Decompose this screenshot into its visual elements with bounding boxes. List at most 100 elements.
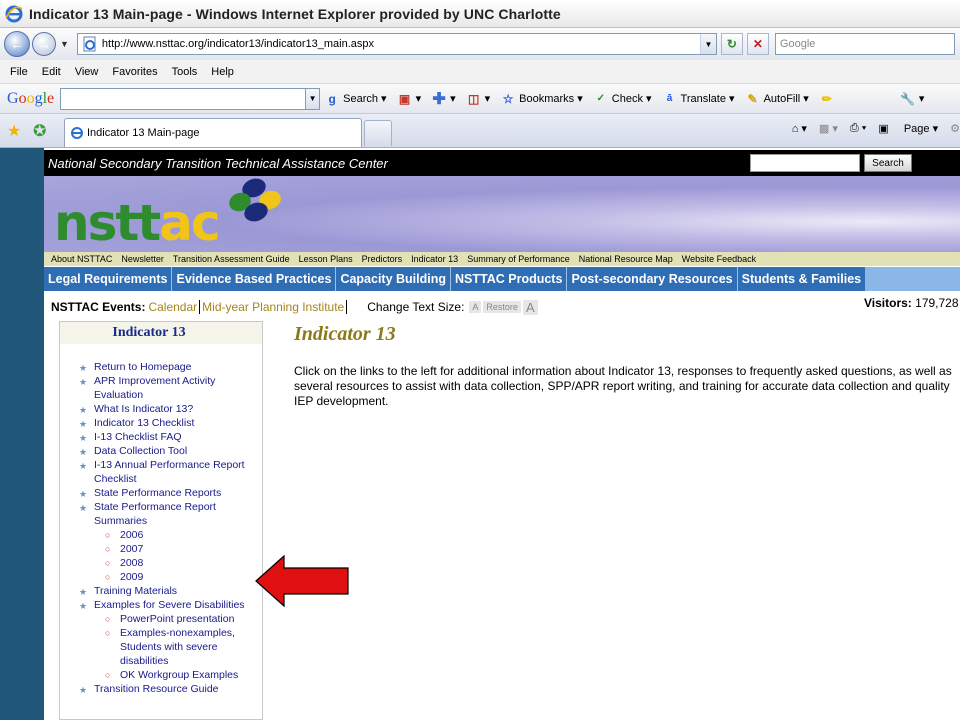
print-icon[interactable]: ⎙ ▾ bbox=[850, 122, 866, 135]
window-titlebar: Indicator 13 Main-page - Windows Interne… bbox=[0, 0, 960, 28]
spellcheck-button[interactable]: ✓ Check ▾ bbox=[593, 91, 652, 107]
sidebar-subitem-label: 2006 bbox=[120, 529, 144, 541]
sidebar-subitem-powerpoint[interactable]: ○ PowerPoint presentation bbox=[105, 612, 255, 626]
nsttac-logo[interactable]: nsttac bbox=[54, 198, 221, 248]
toplink-transition-assessment-guide[interactable]: Transition Assessment Guide bbox=[173, 254, 290, 264]
sidebar-item-checklist-faq[interactable]: ★ I-13 Checklist FAQ bbox=[79, 430, 259, 444]
address-dropdown-icon[interactable]: ▼ bbox=[699, 34, 716, 54]
nav-legal-requirements[interactable]: Legal Requirements bbox=[44, 267, 173, 291]
stop-icon[interactable]: ✕ bbox=[746, 33, 769, 55]
menu-file[interactable]: File bbox=[10, 66, 28, 78]
tab-row: ★ ✪ Indicator 13 Main-page ⌂ ▾ ▩ ▾ ⎙ ▾ ▣… bbox=[0, 114, 960, 148]
forward-button[interactable]: → bbox=[32, 32, 56, 56]
translate-button[interactable]: ā Translate ▾ bbox=[662, 91, 735, 107]
google-search-input[interactable] bbox=[60, 87, 307, 110]
share-button[interactable]: ◫ ▾ bbox=[466, 91, 490, 107]
tools-gear-icon[interactable]: ⚙ bbox=[950, 122, 960, 135]
sidebar-item-state-performance-summaries[interactable]: ★ State Performance Report Summaries bbox=[79, 500, 259, 528]
events-calendar-link[interactable]: Calendar bbox=[148, 300, 197, 314]
toplink-newsletter[interactable]: Newsletter bbox=[121, 254, 164, 264]
sidebar-item-return-home[interactable]: ★ Return to Homepage bbox=[79, 360, 259, 374]
menu-help[interactable]: Help bbox=[211, 66, 234, 78]
google-search-dropdown-icon[interactable]: ▼ bbox=[306, 87, 321, 110]
circle-bullet-icon: ○ bbox=[105, 544, 111, 554]
highlight-button[interactable]: ✏ bbox=[819, 91, 838, 107]
sidebar-subitem-2007[interactable]: ○ 2007 bbox=[105, 542, 255, 556]
favorites-star-icon[interactable]: ★ bbox=[7, 121, 21, 141]
sidebar-item-data-collection-tool[interactable]: ★ Data Collection Tool bbox=[79, 444, 259, 458]
page-body: National Secondary Transition Technical … bbox=[44, 148, 960, 720]
address-field[interactable]: http://www.nsttac.org/indicator13/indica… bbox=[76, 33, 717, 55]
sidebar-item-training-materials[interactable]: ★ Training Materials bbox=[79, 584, 259, 598]
sidebar-subitem-2009[interactable]: ○ 2009 bbox=[105, 570, 255, 584]
text-size-restore-button[interactable]: Restore bbox=[483, 301, 521, 313]
spellcheck-icon: ✓ bbox=[596, 93, 605, 104]
sidebar-item-severe-disabilities[interactable]: ★ Examples for Severe Disabilities bbox=[79, 598, 259, 612]
star-bullet-icon: ★ bbox=[79, 685, 88, 695]
circle-bullet-icon: ○ bbox=[105, 670, 111, 680]
events-planning-institute-link[interactable]: Mid-year Planning Institute bbox=[202, 300, 344, 314]
site-search-button[interactable]: Search bbox=[864, 154, 912, 172]
sidebar-item-state-performance-reports[interactable]: ★ State Performance Reports bbox=[79, 486, 259, 500]
main-nav: Legal Requirements Evidence Based Practi… bbox=[44, 267, 960, 291]
history-dropdown-icon[interactable]: ▼ bbox=[60, 39, 69, 49]
page-menu[interactable]: ▣ Page ▾ bbox=[878, 122, 938, 135]
google-toolbar: Google ▼ g Search ▾ ▣ ▾ ✚ ▾ ◫ ▾ ☆ Bookmarks… bbox=[0, 84, 960, 114]
sidebar-item-apr-evaluation[interactable]: ★ APR Improvement Activity Evaluation bbox=[79, 374, 259, 402]
translate-label: Translate bbox=[680, 92, 726, 105]
bookmarks-label: Bookmarks bbox=[519, 92, 575, 105]
autofill-button[interactable]: ✎ AutoFill ▾ bbox=[745, 91, 809, 107]
add-favorite-icon[interactable]: ✪ bbox=[33, 121, 46, 141]
events-divider bbox=[346, 300, 348, 314]
nav-nsttac-products[interactable]: NSTTAC Products bbox=[451, 267, 568, 291]
menu-edit[interactable]: Edit bbox=[42, 66, 61, 78]
sidebar-subitem-examples-nonexamples[interactable]: ○ Examples-nonexamples, Students with sev… bbox=[105, 626, 240, 668]
events-row: NSTTAC Events: Calendar Mid-year Plannin… bbox=[44, 296, 960, 318]
back-button[interactable]: ← bbox=[4, 31, 30, 57]
sidebar-subitem-2006[interactable]: ○ 2006 bbox=[105, 528, 255, 542]
home-icon[interactable]: ⌂ ▾ bbox=[792, 122, 807, 135]
sidebar-item-checklist[interactable]: ★ Indicator 13 Checklist bbox=[79, 416, 259, 430]
new-tab-button[interactable] bbox=[364, 120, 392, 146]
google-search-button[interactable]: g Search ▾ bbox=[324, 91, 386, 107]
events-divider bbox=[199, 300, 201, 314]
nav-evidence-based-practices[interactable]: Evidence Based Practices bbox=[172, 267, 337, 291]
menu-view[interactable]: View bbox=[75, 66, 99, 78]
star-bullet-icon: ★ bbox=[79, 363, 88, 373]
star-bullet-icon: ★ bbox=[79, 461, 88, 471]
site-search-input[interactable] bbox=[750, 154, 860, 172]
add-button[interactable]: ✚ ▾ bbox=[431, 91, 455, 108]
text-size-large-button[interactable]: A bbox=[522, 299, 538, 315]
circle-bullet-icon: ○ bbox=[105, 628, 111, 638]
toplink-lesson-plans[interactable]: Lesson Plans bbox=[299, 254, 353, 264]
toplink-website-feedback[interactable]: Website Feedback bbox=[682, 254, 756, 264]
sidebar-item-annual-performance-checklist[interactable]: ★ I-13 Annual Performance Report Checklis… bbox=[79, 458, 259, 486]
tab-indicator-13[interactable]: Indicator 13 Main-page bbox=[64, 118, 362, 147]
address-row: ← → ▼ http://www.nsttac.org/indicator13/… bbox=[0, 28, 960, 60]
refresh-icon[interactable]: ↻ bbox=[720, 33, 743, 55]
nav-post-secondary-resources[interactable]: Post-secondary Resources bbox=[567, 267, 738, 291]
sidebar-subitem-2008[interactable]: ○ 2008 bbox=[105, 556, 255, 570]
visitors-label: Visitors: bbox=[864, 296, 912, 310]
toplink-about[interactable]: About NSTTAC bbox=[51, 254, 112, 264]
nav-capacity-building[interactable]: Capacity Building bbox=[336, 267, 452, 291]
feeds-icon[interactable]: ▩ ▾ bbox=[819, 122, 838, 135]
sidebar-item-transition-resource-guide[interactable]: ★ Transition Resource Guide bbox=[79, 682, 259, 696]
indicator-sidebar: Indicator 13 ★ Return to Homepage ★ APR Im… bbox=[59, 321, 263, 720]
sidebar-subitem-ok-workgroup[interactable]: ○ OK Workgroup Examples bbox=[105, 668, 255, 682]
browser-search-input[interactable]: Google bbox=[774, 33, 955, 55]
bookmarks-button[interactable]: ☆ Bookmarks ▾ bbox=[500, 91, 583, 107]
nav-students-families[interactable]: Students & Families bbox=[738, 267, 865, 291]
toplink-national-resource-map[interactable]: National Resource Map bbox=[579, 254, 673, 264]
sidebar-item-what-is-indicator-13[interactable]: ★ What Is Indicator 13? bbox=[79, 402, 259, 416]
toplink-summary-of-performance[interactable]: Summary of Performance bbox=[467, 254, 570, 264]
org-name: National Secondary Transition Technical … bbox=[48, 156, 388, 171]
toplink-predictors[interactable]: Predictors bbox=[362, 254, 403, 264]
text-size-small-button[interactable]: A bbox=[469, 301, 482, 313]
menu-favorites[interactable]: Favorites bbox=[112, 66, 157, 78]
popup-blocker-button[interactable]: ▣ ▾ bbox=[397, 91, 421, 107]
highlighter-icon: ✏ bbox=[821, 91, 832, 106]
toplink-indicator-13[interactable]: Indicator 13 bbox=[411, 254, 458, 264]
menu-tools[interactable]: Tools bbox=[172, 66, 198, 78]
settings-button[interactable]: 🔧 ▾ bbox=[900, 91, 924, 107]
